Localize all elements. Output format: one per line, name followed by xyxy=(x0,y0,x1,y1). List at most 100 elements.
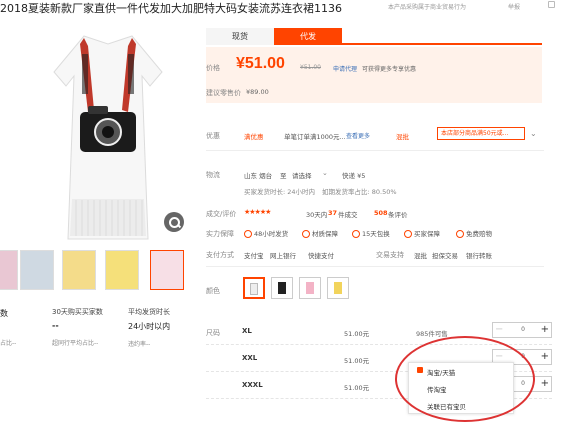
fringe xyxy=(70,199,146,236)
shield-icon xyxy=(302,230,310,238)
suggest-price-value: ¥89.00 xyxy=(246,88,269,96)
payment-quick: 快捷支付 xyxy=(308,252,334,260)
annotation-circle xyxy=(395,336,535,422)
minus-icon[interactable]: − xyxy=(495,324,503,335)
deals-suffix: 件成交 xyxy=(338,211,358,219)
express-fee: 快递 ¥5 xyxy=(342,172,366,180)
ship-rate: 如期发货率占比: 80.50% xyxy=(322,188,397,196)
reviews-label: 成交/评价 xyxy=(206,210,237,218)
suggest-price-label: 建议零售价 xyxy=(206,89,241,97)
size-price: 51.00元 xyxy=(344,384,370,392)
mix-batch-text[interactable]: 本店部分商品满50元或... xyxy=(437,127,525,140)
stat-col1-value: 数 xyxy=(0,309,8,318)
plus-icon[interactable]: + xyxy=(541,378,549,389)
stat-buyers-value: -- xyxy=(52,321,59,330)
promo-text: 单笔订单满1000元... xyxy=(284,133,346,141)
gift-icon xyxy=(456,230,464,238)
report-link[interactable]: 举报 xyxy=(508,2,520,11)
guarantee-material[interactable]: 材质保障 xyxy=(302,228,338,238)
guarantee-buyer-label: 买家保障 xyxy=(414,230,440,238)
guarantee-exchange-label: 15天包换 xyxy=(362,230,390,238)
payment-alipay: 支付宝 xyxy=(244,252,264,260)
chevron-down-icon[interactable]: ⌄ xyxy=(530,129,537,138)
zoom-icon[interactable] xyxy=(164,212,184,232)
guarantee-free-comp[interactable]: 免费赔物 xyxy=(456,228,492,238)
product-title: 2018夏装新款厂家直供一件代发加大加肥特大码女装流苏连衣裙1136 xyxy=(0,2,342,15)
plus-icon[interactable]: + xyxy=(541,324,549,335)
trade-support-label: 交易支持 xyxy=(376,251,404,259)
price-label: 价格 xyxy=(206,64,220,72)
stat-buyers-label: 30天购买买家数 xyxy=(52,308,103,316)
thumbnail-5[interactable] xyxy=(150,250,184,290)
chevron-down-icon[interactable]: ⌄ xyxy=(322,169,328,177)
deals-prefix: 30天内 xyxy=(306,211,328,219)
mix-batch-tag: 混批 xyxy=(396,133,409,141)
logistics-to-label: 至 xyxy=(280,172,287,180)
size-name: XL xyxy=(242,327,252,335)
clock-icon xyxy=(244,230,252,238)
quantity-input[interactable]: 0 xyxy=(513,326,533,333)
guarantee-free-comp-label: 免费赔物 xyxy=(466,230,492,238)
guarantee-material-label: 材质保障 xyxy=(312,230,338,238)
price-value: ¥51.00 xyxy=(236,55,285,72)
trade-transfer: 银行转账 xyxy=(466,252,492,260)
camera-top xyxy=(88,106,108,114)
color-label: 颜色 xyxy=(206,287,220,295)
apply-agent-link[interactable]: 申请代理 xyxy=(333,64,357,73)
mode-tabs: 现货 代发 xyxy=(206,28,542,45)
quantity-stepper[interactable]: − 0 + xyxy=(492,322,552,338)
stat-ship-value: 24小时以内 xyxy=(128,322,171,331)
stat-ship-label: 平均发货时长 xyxy=(128,308,170,316)
payment-bank: 网上银行 xyxy=(270,252,296,260)
divider xyxy=(206,150,544,151)
refresh-icon xyxy=(352,230,360,238)
size-price: 51.00元 xyxy=(344,357,370,365)
old-price: ¥51.00 xyxy=(300,64,321,71)
thumbnail-strip xyxy=(0,250,195,290)
guarantee-buyer[interactable]: 买家保障 xyxy=(404,228,440,238)
product-main-image[interactable] xyxy=(22,24,194,244)
stat-buyers-sub: 超同行平均占比-- xyxy=(52,340,99,347)
apply-note: 可获得更多专享优惠 xyxy=(362,66,417,73)
tab-dropship[interactable]: 代发 xyxy=(274,28,342,45)
size-stock: 985件可售 xyxy=(416,330,448,338)
stat-col1-sub: 占比-- xyxy=(0,340,17,347)
trade-notice: 本产品采购属于商业贸易行为 xyxy=(388,4,467,11)
thumbnail-2[interactable] xyxy=(20,250,54,290)
guarantee-48h[interactable]: 48小时发货 xyxy=(244,228,288,238)
color-swatch-pink[interactable] xyxy=(299,277,321,299)
promo-more-link[interactable]: 查看更多 xyxy=(346,131,370,140)
color-swatch-black[interactable] xyxy=(271,277,293,299)
shield-icon xyxy=(404,230,412,238)
logistics-from: 山东 烟台 xyxy=(244,172,273,180)
strap-pattern-l xyxy=(82,54,88,94)
rating-stars: ★★★★★ xyxy=(244,208,271,216)
guarantee-48h-label: 48小时发货 xyxy=(254,230,289,238)
color-swatch-white[interactable] xyxy=(243,277,265,299)
tab-spot[interactable]: 现货 xyxy=(206,28,274,45)
guarantee-exchange[interactable]: 15天包换 xyxy=(352,228,390,238)
plus-icon[interactable]: + xyxy=(541,351,549,362)
thumbnail-1[interactable] xyxy=(0,250,18,290)
review-suffix: 条评价 xyxy=(388,211,408,219)
trade-escrow: 担保交易 xyxy=(432,252,458,260)
deals-count[interactable]: 37 xyxy=(328,209,337,217)
ship-time: 买家发货时长: 24小时内 xyxy=(244,188,316,196)
share-icon[interactable] xyxy=(548,1,555,8)
thumbnail-3[interactable] xyxy=(62,250,96,290)
logistics-destination-select[interactable]: 请选择 xyxy=(292,170,312,180)
divider xyxy=(206,266,544,267)
guarantee-label: 实力保障 xyxy=(206,230,234,238)
review-count[interactable]: 508 xyxy=(374,209,388,217)
size-name: XXL xyxy=(242,354,258,362)
color-swatch-yellow[interactable] xyxy=(327,277,349,299)
size-price: 51.00元 xyxy=(344,330,370,338)
thumbnail-4[interactable] xyxy=(105,250,139,290)
promo-label: 优惠 xyxy=(206,132,220,140)
strap-pattern-r xyxy=(128,54,134,94)
stat-ship-sub: 违约率-- xyxy=(128,341,151,348)
logistics-label: 物流 xyxy=(206,171,220,179)
payment-label: 支付方式 xyxy=(206,251,234,259)
size-name: XXXL xyxy=(242,381,263,389)
promo-tag: 满优惠 xyxy=(244,133,264,141)
